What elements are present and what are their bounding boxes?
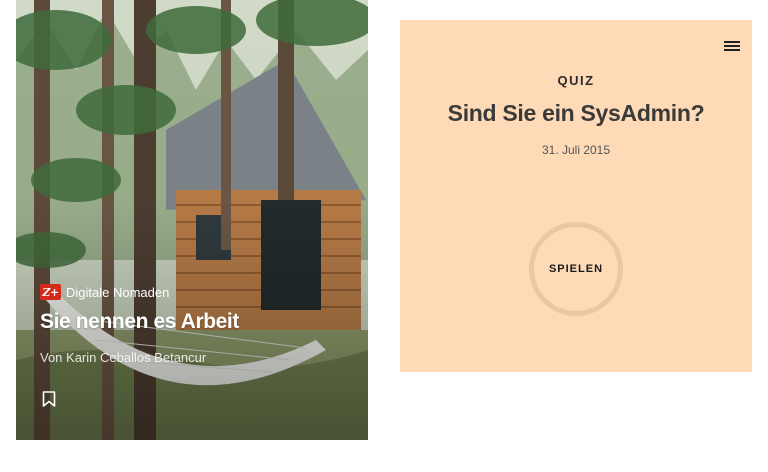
play-button-label: SPIELEN: [548, 263, 604, 275]
quiz-date: 31. Juli 2015: [541, 143, 611, 157]
quiz-card: QUIZ Sind Sie ein SysAdmin? 31. Juli 201…: [400, 20, 752, 372]
zplus-badge-icon: Z+: [40, 284, 61, 300]
quiz-label: QUIZ: [557, 73, 595, 88]
article-title[interactable]: Sie nennen es Arbeit: [40, 309, 348, 335]
hamburger-menu-icon[interactable]: [724, 38, 742, 54]
article-byline: Von Karin Ceballos Betancur: [40, 350, 207, 365]
article-card[interactable]: Z+ Digitale Nomaden Sie nennen es Arbeit…: [16, 0, 368, 440]
article-text-overlay: Z+ Digitale Nomaden Sie nennen es Arbeit…: [40, 283, 348, 365]
bookmark-icon[interactable]: [42, 391, 56, 407]
kicker-label: Digitale Nomaden: [66, 284, 170, 300]
article-kicker: Z+ Digitale Nomaden: [40, 283, 348, 301]
quiz-title[interactable]: Sind Sie ein SysAdmin?: [400, 100, 752, 127]
cabin-forest-image: [16, 0, 368, 440]
play-quiz-button[interactable]: SPIELEN: [529, 222, 623, 316]
